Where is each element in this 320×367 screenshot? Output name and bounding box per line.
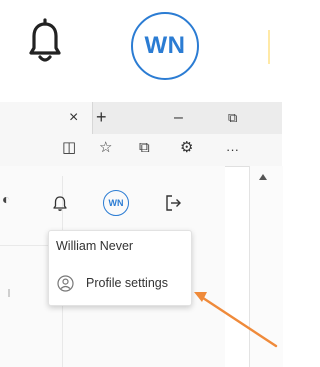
favorites-icon[interactable]: ☆ bbox=[99, 140, 112, 155]
avatar[interactable]: WN bbox=[103, 190, 129, 216]
bell-icon[interactable] bbox=[53, 195, 67, 211]
split-screen-icon[interactable]: ◫ bbox=[62, 140, 76, 155]
annotation-arrow bbox=[194, 292, 278, 348]
minimize-button[interactable]: – bbox=[174, 110, 183, 126]
scroll-up-icon[interactable] bbox=[259, 174, 267, 180]
extension-icon[interactable]: ⚙ bbox=[180, 140, 193, 155]
avatar-initials: WN bbox=[108, 198, 124, 208]
collections-icon[interactable]: ⧉ bbox=[139, 140, 150, 155]
tab-close-icon[interactable]: × bbox=[69, 110, 78, 126]
restore-button[interactable]: ⧉ bbox=[228, 111, 237, 124]
more-icon[interactable]: ··· bbox=[226, 143, 239, 156]
profile-icon[interactable] bbox=[57, 275, 74, 292]
divider bbox=[8, 289, 10, 297]
user-name: William Never bbox=[56, 239, 134, 253]
bell-icon[interactable] bbox=[28, 18, 62, 64]
profile-settings-link[interactable]: Profile settings bbox=[86, 276, 168, 290]
back-icon[interactable]: ◐ bbox=[2, 191, 10, 207]
divider bbox=[0, 245, 48, 246]
divider bbox=[268, 30, 270, 64]
new-tab-button[interactable]: + bbox=[96, 108, 107, 126]
logout-icon[interactable] bbox=[164, 194, 182, 212]
browser-tab[interactable] bbox=[0, 102, 93, 134]
avatar-initials: WN bbox=[144, 32, 186, 59]
avatar[interactable]: WN bbox=[131, 12, 199, 80]
